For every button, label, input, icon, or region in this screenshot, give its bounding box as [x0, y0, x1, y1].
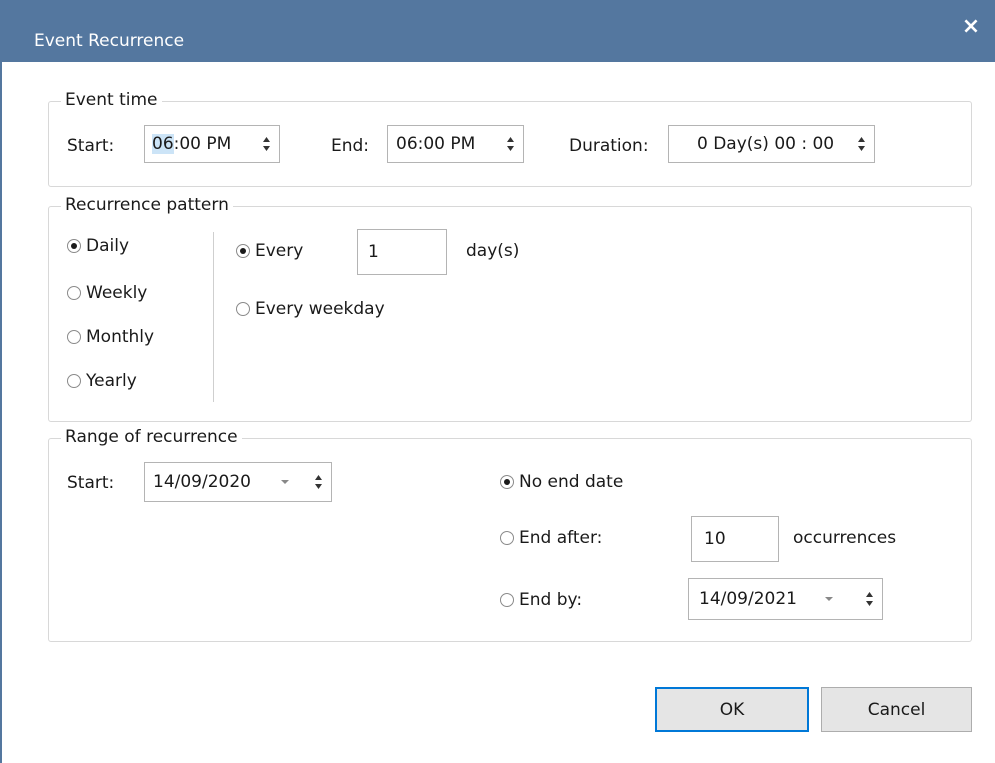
radio-checked-icon — [67, 239, 81, 253]
pattern-divider — [213, 232, 214, 402]
radio-no-end-date[interactable]: No end date — [500, 472, 623, 492]
radio-label: Yearly — [86, 371, 137, 391]
cancel-button[interactable]: Cancel — [821, 687, 972, 732]
every-days-unit: day(s) — [466, 241, 520, 261]
spin-updown-icon[interactable] — [262, 135, 271, 153]
recurrence-pattern-group — [48, 206, 972, 422]
duration-label: Duration: — [569, 136, 649, 156]
recurrence-pattern-legend: Recurrence pattern — [61, 195, 233, 215]
start-hour-segment[interactable]: 06 — [152, 134, 174, 154]
start-time-picker[interactable]: 06:00 PM — [144, 125, 280, 163]
spin-updown-icon[interactable] — [506, 135, 515, 153]
window-border — [0, 62, 2, 763]
duration-picker[interactable]: 0 Day(s) 00 : 00 — [668, 125, 875, 163]
radio-end-by[interactable]: End by: — [500, 590, 582, 610]
every-days-value: 1 — [368, 242, 379, 262]
radio-unchecked-icon — [67, 286, 81, 300]
radio-label: Every — [255, 241, 304, 261]
radio-checked-icon — [500, 475, 514, 489]
window-title: Event Recurrence — [34, 31, 185, 51]
radio-checked-icon — [236, 244, 250, 258]
ok-button[interactable]: OK — [655, 687, 809, 732]
end-time-value: 06:00 PM — [396, 134, 476, 154]
end-by-date-value: 14/09/2021 — [699, 589, 797, 609]
range-start-date-value: 14/09/2020 — [153, 472, 251, 492]
radio-daily[interactable]: Daily — [67, 236, 129, 256]
radio-every-weekday[interactable]: Every weekday — [236, 299, 385, 319]
radio-label: End by: — [519, 590, 583, 610]
radio-end-after[interactable]: End after: — [500, 528, 602, 548]
dropdown-arrow-icon[interactable] — [824, 596, 834, 602]
start-time-rest: :00 PM — [173, 134, 232, 154]
range-start-label: Start: — [67, 473, 115, 493]
close-icon[interactable]: × — [958, 14, 984, 40]
end-after-value: 10 — [704, 529, 726, 549]
event-time-legend: Event time — [61, 90, 162, 110]
range-legend: Range of recurrence — [61, 427, 242, 447]
dropdown-arrow-icon[interactable] — [280, 479, 290, 485]
radio-weekly[interactable]: Weekly — [67, 283, 147, 303]
radio-label: Daily — [86, 236, 130, 256]
title-bar: Event Recurrence × — [0, 0, 995, 62]
radio-yearly[interactable]: Yearly — [67, 371, 137, 391]
occurrences-label: occurrences — [793, 528, 897, 548]
range-start-date-picker[interactable]: 14/09/2020 — [144, 462, 332, 502]
radio-label: End after: — [519, 528, 603, 548]
radio-label: Weekly — [86, 283, 148, 303]
radio-unchecked-icon — [500, 593, 514, 607]
radio-monthly[interactable]: Monthly — [67, 327, 154, 347]
duration-value: 0 Day(s) 00 : 00 — [697, 134, 835, 154]
every-days-input[interactable]: 1 — [357, 229, 447, 275]
spin-updown-icon[interactable] — [865, 590, 874, 608]
spin-updown-icon[interactable] — [857, 135, 866, 153]
radio-label: Every weekday — [255, 299, 385, 319]
spin-updown-icon[interactable] — [314, 473, 323, 491]
end-time-picker[interactable]: 06:00 PM — [387, 125, 524, 163]
radio-label: No end date — [519, 472, 624, 492]
end-time-label: End: — [331, 136, 370, 156]
radio-every[interactable]: Every — [236, 241, 303, 261]
end-by-date-picker[interactable]: 14/09/2021 — [688, 578, 883, 620]
radio-unchecked-icon — [236, 302, 250, 316]
radio-label: Monthly — [86, 327, 155, 347]
end-after-input[interactable]: 10 — [691, 516, 779, 562]
radio-unchecked-icon — [67, 330, 81, 344]
start-time-label: Start: — [67, 136, 115, 156]
radio-unchecked-icon — [500, 531, 514, 545]
radio-unchecked-icon — [67, 374, 81, 388]
